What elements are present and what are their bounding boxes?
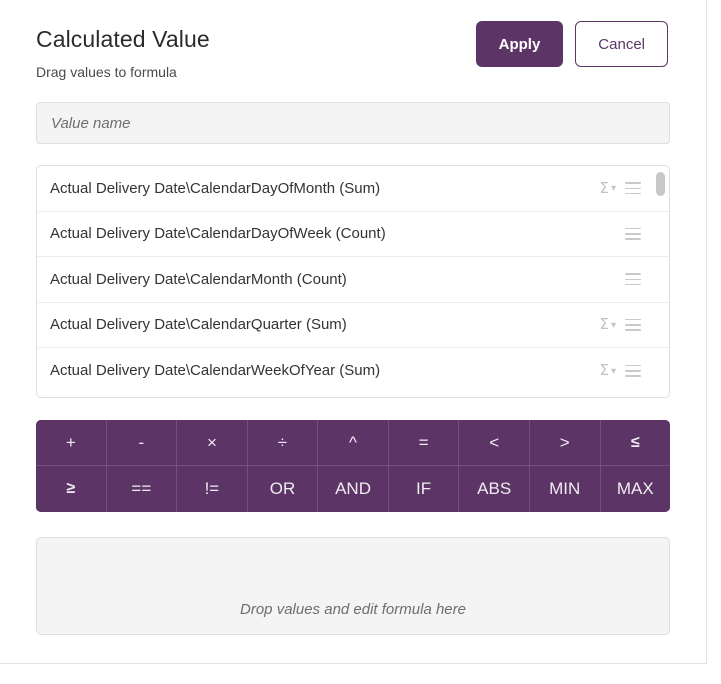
formula-drop-zone[interactable]: Drop values and edit formula here	[36, 537, 670, 635]
operator-keypad: + - × ÷ ^ = < > ≤ ≥ == != OR AND IF ABS …	[36, 420, 670, 512]
value-name-input[interactable]	[36, 102, 670, 144]
sigma-chevron-icon[interactable]: Σ ▾	[599, 363, 616, 378]
values-list: Actual Delivery Date\CalendarDayOfMonth …	[36, 165, 670, 398]
operator-key-greater-equal[interactable]: ≥	[36, 466, 107, 512]
operator-row-1: + - × ÷ ^ = < > ≤	[36, 420, 670, 466]
operator-key-less-equal[interactable]: ≤	[601, 420, 671, 466]
drag-handle-icon[interactable]	[625, 182, 641, 194]
sigma-icon: Σ	[599, 363, 608, 378]
list-item[interactable]: Actual Delivery Date\CalendarDayOfMonth …	[37, 166, 669, 212]
operator-key-if[interactable]: IF	[389, 466, 460, 512]
row-icons: Σ ▾	[599, 181, 641, 196]
vertical-scrollbar[interactable]	[653, 166, 667, 397]
list-item[interactable]: Actual Delivery Date\CalendarWeekOfYear …	[37, 348, 669, 394]
operator-key-min[interactable]: MIN	[530, 466, 601, 512]
drag-handle-icon[interactable]	[625, 228, 641, 240]
panel-header: Calculated Value Drag values to formula …	[0, 0, 706, 81]
sigma-chevron-icon[interactable]: Σ ▾	[599, 181, 616, 196]
row-icons: Σ ▾	[599, 317, 641, 332]
operator-key-divide[interactable]: ÷	[248, 420, 319, 466]
operator-key-or[interactable]: OR	[248, 466, 319, 512]
aggregate-icon-placeholder	[594, 279, 616, 280]
row-icons	[594, 273, 641, 285]
operator-key-minus[interactable]: -	[107, 420, 178, 466]
operator-key-max[interactable]: MAX	[601, 466, 671, 512]
list-item[interactable]: Actual Delivery Date\CalendarQuarter (Su…	[37, 303, 669, 349]
cancel-button[interactable]: Cancel	[575, 21, 668, 67]
drag-handle-icon[interactable]	[625, 273, 641, 285]
operator-key-and[interactable]: AND	[318, 466, 389, 512]
calculated-value-panel: Calculated Value Drag values to formula …	[0, 0, 707, 664]
header-actions: Apply Cancel	[476, 21, 668, 67]
operator-key-not-equals[interactable]: !=	[177, 466, 248, 512]
operator-key-plus[interactable]: +	[36, 420, 107, 466]
aggregate-icon-placeholder	[594, 233, 616, 234]
chevron-down-icon: ▾	[611, 321, 616, 331]
value-label: Actual Delivery Date\CalendarDayOfMonth …	[50, 180, 599, 197]
operator-key-less-than[interactable]: <	[459, 420, 530, 466]
operator-key-power[interactable]: ^	[318, 420, 389, 466]
value-name-field-wrapper	[36, 102, 670, 144]
values-list-scroll-area[interactable]: Actual Delivery Date\CalendarDayOfMonth …	[37, 166, 669, 397]
operator-key-abs[interactable]: ABS	[459, 466, 530, 512]
value-label: Actual Delivery Date\CalendarDayOfWeek (…	[50, 225, 594, 242]
operator-key-double-equals[interactable]: ==	[107, 466, 178, 512]
apply-button[interactable]: Apply	[476, 21, 564, 67]
formula-placeholder-text: Drop values and edit formula here	[37, 601, 669, 618]
operator-row-2: ≥ == != OR AND IF ABS MIN MAX	[36, 466, 670, 512]
value-label: Actual Delivery Date\CalendarMonth (Coun…	[50, 271, 594, 288]
operator-key-equals[interactable]: =	[389, 420, 460, 466]
drag-handle-icon[interactable]	[625, 319, 641, 331]
scrollbar-thumb[interactable]	[656, 172, 665, 196]
sigma-icon: Σ	[599, 317, 608, 332]
operator-key-greater-than[interactable]: >	[530, 420, 601, 466]
row-icons: Σ ▾	[599, 363, 641, 378]
operator-key-multiply[interactable]: ×	[177, 420, 248, 466]
chevron-down-icon: ▾	[611, 184, 616, 194]
list-item[interactable]: Actual Delivery Date\CalendarDayOfWeek (…	[37, 212, 669, 258]
value-label: Actual Delivery Date\CalendarWeekOfYear …	[50, 362, 599, 379]
sigma-icon: Σ	[599, 181, 608, 196]
drag-handle-icon[interactable]	[625, 365, 641, 377]
list-item[interactable]: Actual Delivery Date\CalendarMonth (Coun…	[37, 257, 669, 303]
row-icons	[594, 228, 641, 240]
value-label: Actual Delivery Date\CalendarQuarter (Su…	[50, 316, 599, 333]
sigma-chevron-icon[interactable]: Σ ▾	[599, 317, 616, 332]
chevron-down-icon: ▾	[611, 367, 616, 377]
